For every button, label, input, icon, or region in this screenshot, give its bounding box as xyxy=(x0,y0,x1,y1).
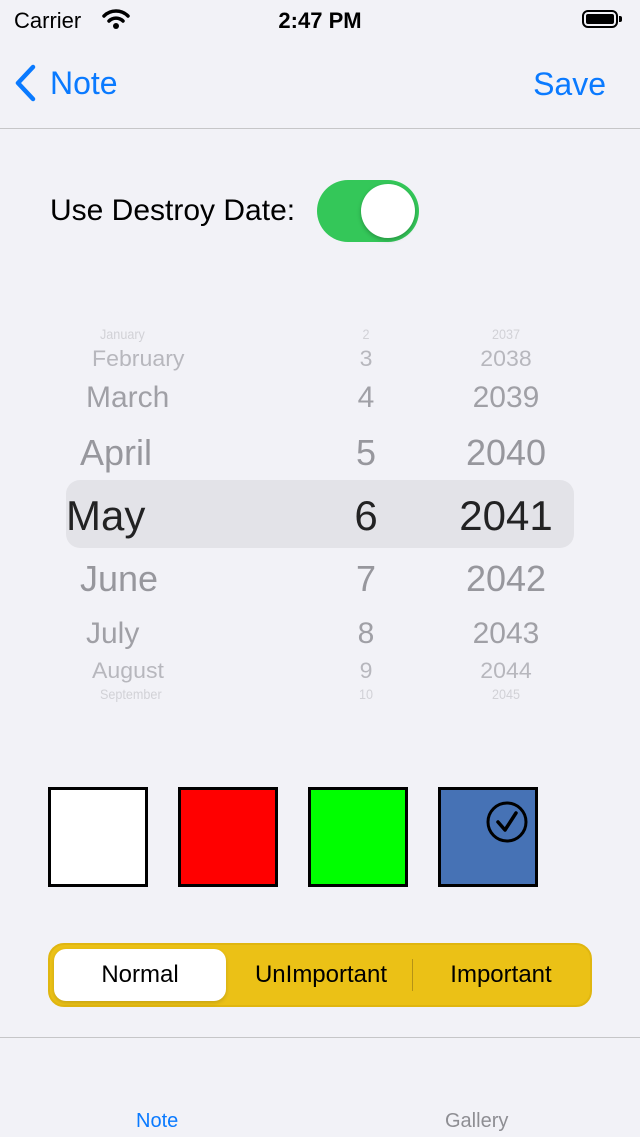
picker-day-item[interactable]: 10 xyxy=(359,687,373,701)
picker-year-item[interactable]: 2039 xyxy=(473,383,540,413)
color-swatch-red[interactable] xyxy=(178,787,278,887)
picker-day-item[interactable]: 4 xyxy=(358,383,375,413)
navigation-bar: Note Save xyxy=(0,40,640,129)
picker-month-item[interactable]: September xyxy=(100,687,162,701)
picker-year-item[interactable]: 2042 xyxy=(466,561,546,597)
color-swatch-white[interactable] xyxy=(48,787,148,887)
picker-month-item[interactable]: May xyxy=(66,495,145,537)
date-picker[interactable]: January February March April May June July Augu… xyxy=(66,327,574,701)
destroy-date-label: Use Destroy Date: xyxy=(50,194,296,227)
picker-day-item[interactable]: 7 xyxy=(356,561,376,597)
tab-note[interactable]: Note xyxy=(136,1110,178,1133)
tab-bar: Note Gallery xyxy=(0,1037,640,1137)
segment-important[interactable]: Important xyxy=(412,945,590,1005)
picker-day-item[interactable]: 3 xyxy=(360,348,373,370)
picker-month-item[interactable]: March xyxy=(86,383,169,413)
picker-day-item[interactable]: 5 xyxy=(356,435,376,471)
color-swatch-blue[interactable] xyxy=(438,787,538,887)
picker-year-item[interactable]: 2043 xyxy=(473,619,540,649)
status-time: 2:47 PM xyxy=(278,8,362,33)
picker-year-item[interactable]: 2037 xyxy=(492,327,520,341)
battery-icon xyxy=(582,10,622,28)
tab-gallery[interactable]: Gallery xyxy=(445,1110,508,1133)
picker-day-item[interactable]: 6 xyxy=(354,495,377,537)
picker-year-item[interactable]: 2044 xyxy=(480,660,531,682)
picker-day-item[interactable]: 2 xyxy=(362,327,369,341)
picker-month-item[interactable]: January xyxy=(100,327,145,341)
picker-month-item[interactable]: February xyxy=(92,348,184,370)
picker-day-item[interactable]: 9 xyxy=(360,660,373,682)
toggle-knob xyxy=(361,184,416,238)
destroy-date-row: Use Destroy Date: xyxy=(50,180,420,242)
importance-segmented-control: Normal UnImportant Important xyxy=(48,943,592,1007)
picker-month-item[interactable]: July xyxy=(86,619,139,649)
chevron-left-icon xyxy=(15,64,36,102)
status-bar: Carrier 2:47 PM xyxy=(0,0,640,40)
picker-year-item[interactable]: 2041 xyxy=(459,495,552,537)
picker-day-item[interactable]: 8 xyxy=(358,619,375,649)
picker-month-item[interactable]: June xyxy=(80,561,158,597)
picker-year-item[interactable]: 2038 xyxy=(480,348,531,370)
picker-month-item[interactable]: August xyxy=(92,660,164,682)
segment-unimportant[interactable]: UnImportant xyxy=(230,945,412,1005)
back-button[interactable]: Note xyxy=(14,64,118,102)
picker-year-item[interactable]: 2040 xyxy=(466,435,546,471)
save-button[interactable]: Save xyxy=(533,66,606,103)
picker-month-item[interactable]: April xyxy=(80,435,152,471)
color-swatch-green[interactable] xyxy=(308,787,408,887)
back-button-label: Note xyxy=(50,64,118,101)
checkmark-circle-icon xyxy=(486,801,528,843)
segment-normal[interactable]: Normal xyxy=(54,945,226,1005)
picker-year-item[interactable]: 2045 xyxy=(492,687,520,701)
destroy-date-toggle[interactable] xyxy=(317,180,420,242)
